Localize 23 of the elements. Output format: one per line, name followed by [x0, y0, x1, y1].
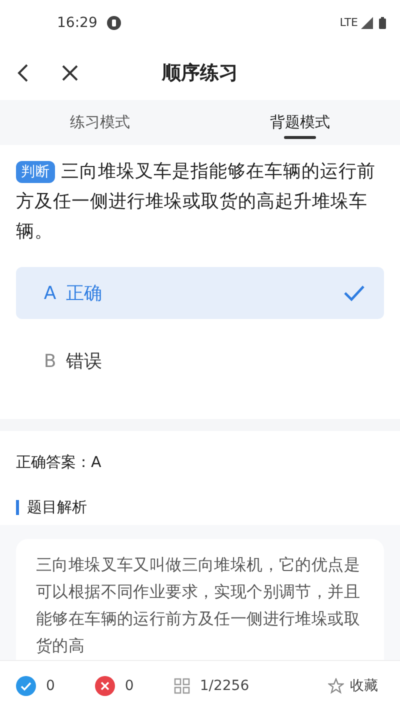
page-title: 顺序练习: [162, 60, 238, 86]
analysis-text: 三向堆垛叉车又叫做三向堆垛机，它的优点是可以根据不同作业要求，实现个别调节，并且能够在车辆的运行前方及任一侧进行堆垛或取货的高: [36, 555, 360, 655]
star-icon: [328, 678, 344, 694]
section-heading: 题目解析: [27, 498, 87, 516]
answer-option[interactable]: B 错误: [16, 335, 384, 387]
cross-icon: [94, 676, 115, 696]
answer-option[interactable]: A 正确: [16, 267, 384, 319]
app-notification-icon: [107, 16, 122, 30]
favorite-button[interactable]: 收藏: [322, 676, 384, 696]
signal-icon: [361, 16, 373, 28]
correct-answer: 正确答案：A: [16, 453, 102, 471]
wrong-count: 0: [124, 678, 134, 694]
progress-counter: 1/2256: [200, 678, 250, 694]
question-text: 判断 三向堆垛叉车是指能够在车辆的运行前方及任一侧进行堆垛或取货的高起升堆垛车辆。: [16, 161, 376, 242]
status-time: 16:29: [57, 14, 98, 30]
check-icon: [16, 676, 36, 696]
mode-tab[interactable]: 背题模式: [200, 100, 400, 145]
mode-tab[interactable]: 练习模式: [0, 100, 200, 145]
question-type-tag: 判断: [16, 161, 55, 183]
network-label: LTE: [340, 16, 358, 29]
grid-icon[interactable]: [174, 678, 190, 694]
battery-icon: [379, 16, 386, 28]
correct-count: 0: [46, 678, 55, 694]
